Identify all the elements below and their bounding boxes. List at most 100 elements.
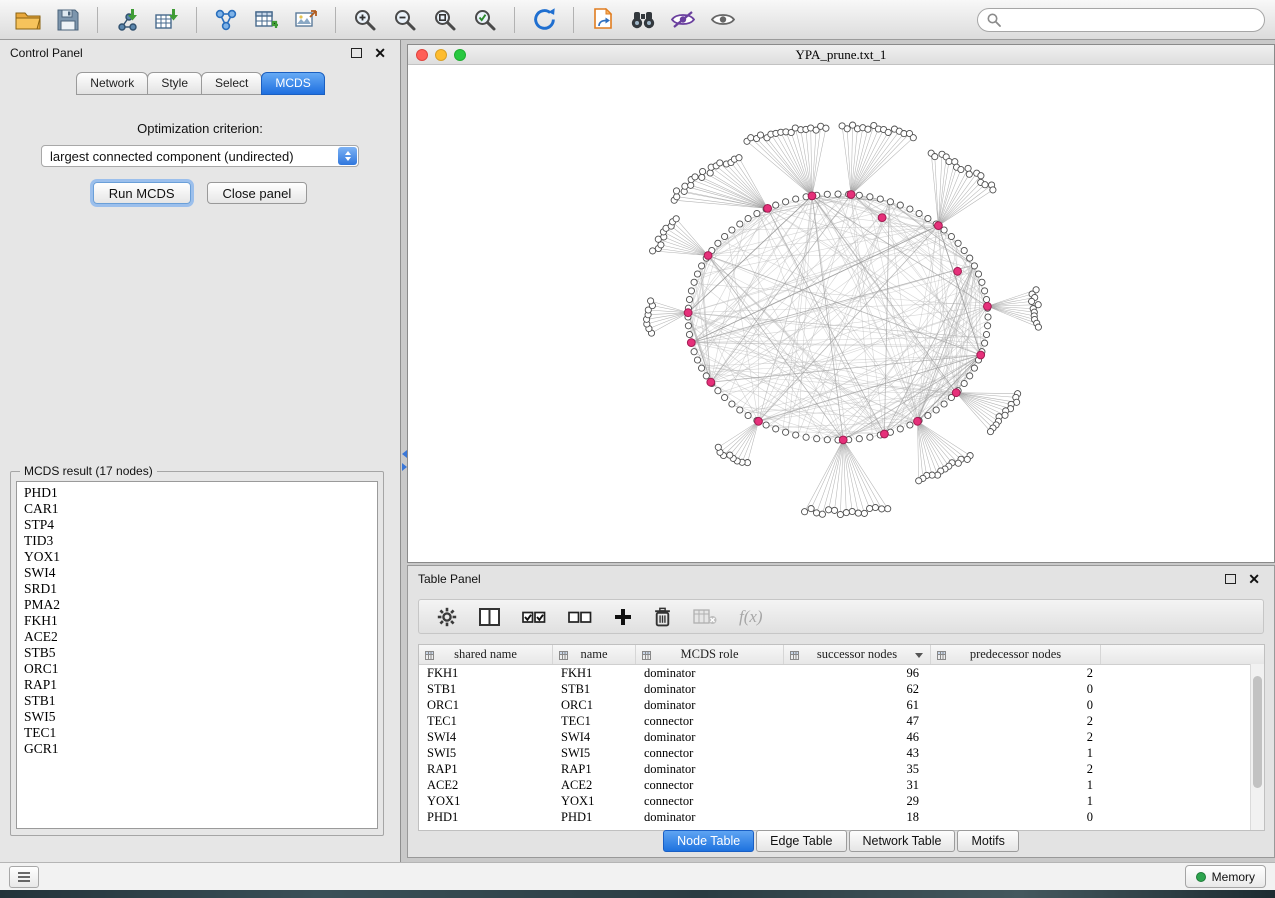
table-cell: SWI5 bbox=[553, 746, 636, 761]
collapse-left-icon[interactable] bbox=[402, 450, 407, 458]
close-table-panel-button[interactable]: ✕ bbox=[1248, 572, 1260, 586]
result-node-item[interactable]: YOX1 bbox=[17, 549, 377, 565]
result-node-item[interactable]: SWI5 bbox=[17, 709, 377, 725]
column-header-mcds-role[interactable]: MCDS role bbox=[636, 645, 784, 664]
add-column-button[interactable] bbox=[614, 608, 632, 626]
table-panel: Table Panel ✕ bbox=[407, 565, 1275, 858]
refresh-view-button[interactable] bbox=[526, 4, 562, 36]
close-window-button[interactable] bbox=[416, 49, 428, 61]
column-visibility-button[interactable] bbox=[479, 608, 500, 626]
tab-motifs[interactable]: Motifs bbox=[957, 830, 1018, 852]
minimize-window-button[interactable] bbox=[435, 49, 447, 61]
table-cell: 0 bbox=[931, 682, 1101, 697]
function-builder-button[interactable]: f(x) bbox=[739, 607, 763, 627]
export-image-button[interactable] bbox=[288, 4, 324, 36]
close-panel-action-button[interactable]: Close panel bbox=[207, 182, 308, 204]
memory-button[interactable]: Memory bbox=[1185, 865, 1266, 888]
result-node-item[interactable]: STB1 bbox=[17, 693, 377, 709]
duplicate-network-button[interactable] bbox=[585, 4, 621, 36]
table-row[interactable]: STB1STB1dominator620 bbox=[419, 681, 1264, 697]
collapse-right-icon[interactable] bbox=[402, 463, 407, 471]
column-header-name[interactable]: name bbox=[553, 645, 636, 664]
window-traffic-lights bbox=[408, 49, 466, 61]
save-session-button[interactable] bbox=[50, 4, 86, 36]
scrollbar-thumb[interactable] bbox=[1253, 676, 1262, 788]
network-view-window: YPA_prune.txt_1 bbox=[407, 44, 1275, 563]
deselect-all-rows-button[interactable] bbox=[568, 609, 592, 625]
new-network-button[interactable] bbox=[208, 4, 244, 36]
result-node-item[interactable]: ACE2 bbox=[17, 629, 377, 645]
table-row[interactable]: FKH1FKH1dominator962 bbox=[419, 665, 1264, 681]
table-vertical-scrollbar[interactable] bbox=[1250, 664, 1264, 830]
tab-style[interactable]: Style bbox=[147, 72, 202, 95]
column-header-shared-name[interactable]: shared name bbox=[419, 645, 553, 664]
table-row[interactable]: ORC1ORC1dominator610 bbox=[419, 697, 1264, 713]
zoom-selected-button[interactable] bbox=[467, 4, 503, 36]
result-node-item[interactable]: PMA2 bbox=[17, 597, 377, 613]
control-panel: Control Panel ✕ Network Style Select MCD… bbox=[0, 40, 401, 862]
float-table-panel-button[interactable] bbox=[1225, 574, 1236, 584]
zoom-fit-button[interactable] bbox=[427, 4, 463, 36]
result-node-item[interactable]: CAR1 bbox=[17, 501, 377, 517]
result-node-item[interactable]: STB5 bbox=[17, 645, 377, 661]
table-cell: SWI5 bbox=[419, 746, 553, 761]
network-search-box[interactable] bbox=[977, 8, 1265, 32]
tab-mcds[interactable]: MCDS bbox=[261, 72, 324, 95]
zoom-in-button[interactable] bbox=[347, 4, 383, 36]
select-all-rows-button[interactable] bbox=[522, 609, 546, 625]
table-cell: ACE2 bbox=[419, 778, 553, 793]
search-network-button[interactable] bbox=[625, 4, 661, 36]
network-graph[interactable] bbox=[408, 65, 1274, 563]
tab-network-table[interactable]: Network Table bbox=[849, 830, 956, 852]
result-node-item[interactable]: GCR1 bbox=[17, 741, 377, 757]
network-canvas[interactable] bbox=[408, 65, 1274, 563]
result-node-item[interactable]: PHD1 bbox=[17, 485, 377, 501]
table-cell: SWI4 bbox=[419, 730, 553, 745]
run-mcds-button[interactable]: Run MCDS bbox=[93, 182, 191, 204]
column-label: successor nodes bbox=[817, 647, 897, 662]
tab-node-table[interactable]: Node Table bbox=[663, 830, 754, 852]
tab-edge-table[interactable]: Edge Table bbox=[756, 830, 846, 852]
optimization-criterion-select[interactable]: largest connected component (undirected) bbox=[41, 145, 359, 167]
show-graphics-details-button[interactable] bbox=[705, 4, 741, 36]
table-row[interactable]: TEC1TEC1connector472 bbox=[419, 713, 1264, 729]
open-session-button[interactable] bbox=[10, 4, 46, 36]
tab-select[interactable]: Select bbox=[201, 72, 262, 95]
table-row[interactable]: SWI5SWI5connector431 bbox=[419, 745, 1264, 761]
table-row[interactable]: YOX1YOX1connector291 bbox=[419, 793, 1264, 809]
close-panel-button[interactable]: ✕ bbox=[374, 46, 386, 60]
result-node-item[interactable]: SWI4 bbox=[17, 565, 377, 581]
delete-column-button[interactable] bbox=[654, 607, 671, 627]
column-header-predecessor-nodes[interactable]: predecessor nodes bbox=[931, 645, 1101, 664]
search-input[interactable] bbox=[1007, 12, 1255, 28]
column-grid-icon bbox=[642, 649, 651, 664]
result-node-item[interactable]: FKH1 bbox=[17, 613, 377, 629]
result-node-item[interactable]: TID3 bbox=[17, 533, 377, 549]
import-network-button[interactable] bbox=[109, 4, 145, 36]
column-header-successor-nodes[interactable]: successor nodes bbox=[784, 645, 931, 664]
table-row[interactable]: SWI4SWI4dominator462 bbox=[419, 729, 1264, 745]
result-node-item[interactable]: STP4 bbox=[17, 517, 377, 533]
result-node-item[interactable]: RAP1 bbox=[17, 677, 377, 693]
tab-network[interactable]: Network bbox=[76, 72, 148, 95]
zoom-out-button[interactable] bbox=[387, 4, 423, 36]
result-node-item[interactable]: ORC1 bbox=[17, 661, 377, 677]
table-settings-button[interactable] bbox=[437, 607, 457, 627]
toolbar-separator bbox=[196, 7, 197, 33]
node-table-body: FKH1FKH1dominator962STB1STB1dominator620… bbox=[419, 665, 1264, 830]
float-panel-button[interactable] bbox=[351, 48, 362, 58]
table-row[interactable]: PHD1PHD1dominator180 bbox=[419, 809, 1264, 825]
table-row[interactable]: RAP1RAP1dominator352 bbox=[419, 761, 1264, 777]
result-node-item[interactable]: SRD1 bbox=[17, 581, 377, 597]
table-cell: 47 bbox=[784, 714, 931, 729]
hide-graphics-details-button[interactable] bbox=[665, 4, 701, 36]
status-menu-button[interactable] bbox=[9, 866, 39, 888]
network-window-titlebar[interactable]: YPA_prune.txt_1 bbox=[408, 45, 1274, 65]
result-node-item[interactable]: TEC1 bbox=[17, 725, 377, 741]
new-table-button[interactable] bbox=[248, 4, 284, 36]
table-row[interactable]: ACE2ACE2connector311 bbox=[419, 777, 1264, 793]
mcds-result-list[interactable]: PHD1CAR1STP4TID3YOX1SWI4SRD1PMA2FKH1ACE2… bbox=[16, 481, 378, 829]
maximize-window-button[interactable] bbox=[454, 49, 466, 61]
column-label: MCDS role bbox=[681, 647, 739, 662]
import-table-button[interactable] bbox=[149, 4, 185, 36]
